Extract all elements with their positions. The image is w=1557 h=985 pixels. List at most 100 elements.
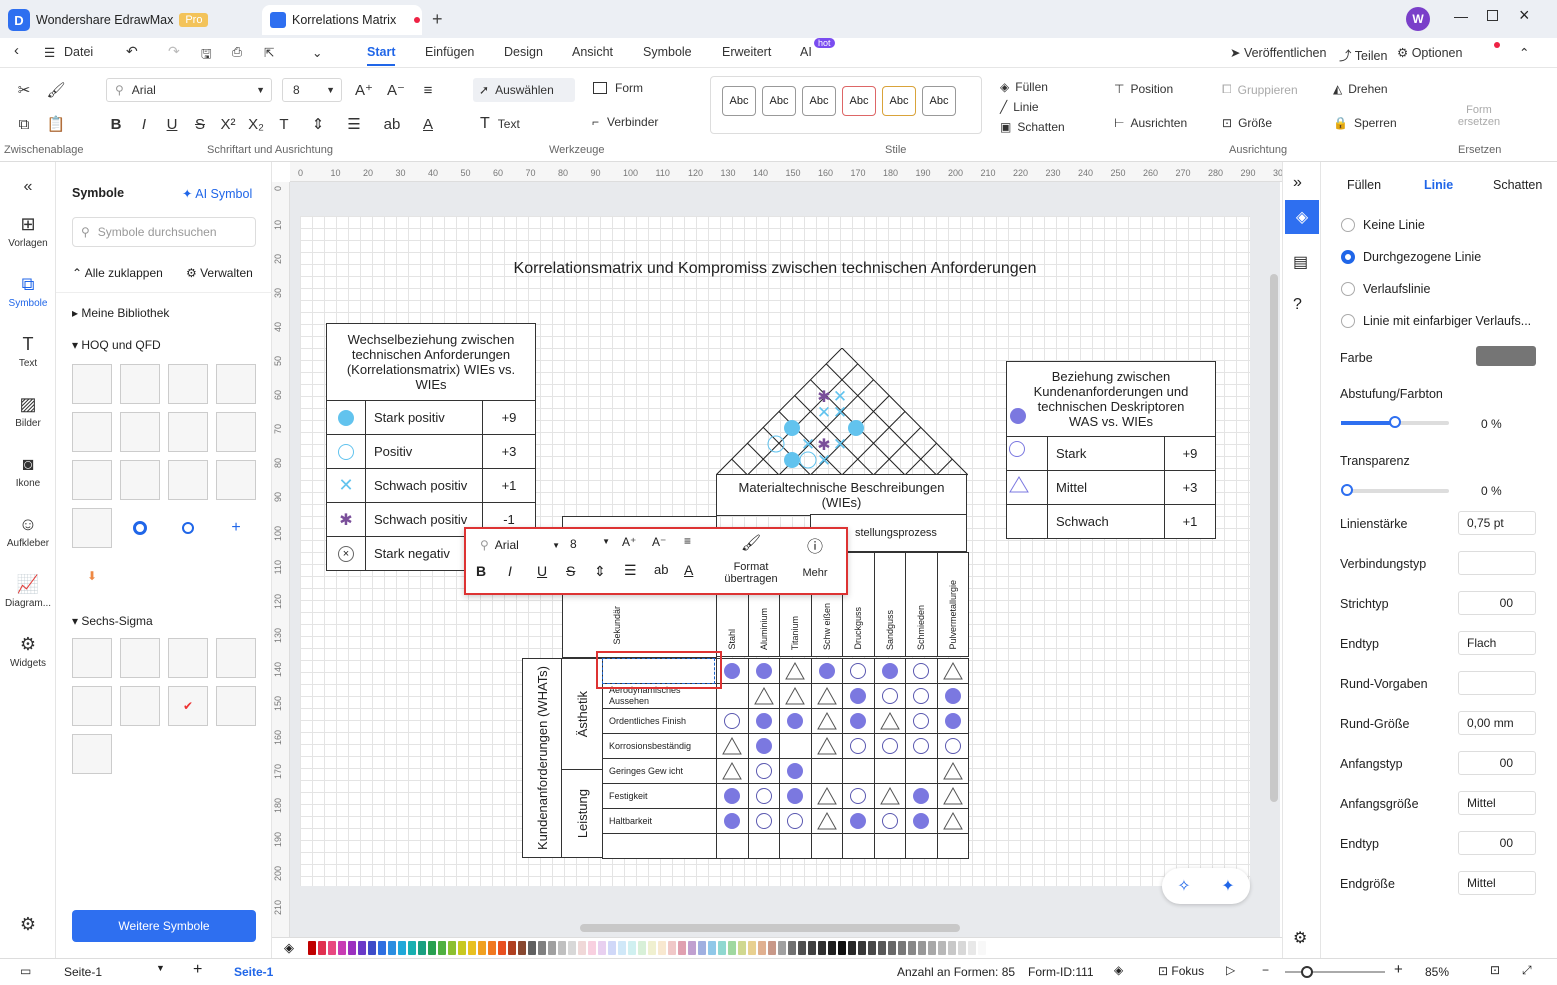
color-swatch[interactable] bbox=[318, 941, 326, 955]
legend2-label[interactable]: Schwach bbox=[1047, 504, 1165, 539]
more-symbols-button[interactable]: Weitere Symbole bbox=[72, 910, 256, 942]
matrix-cell[interactable] bbox=[810, 783, 843, 809]
collapse-panel-icon[interactable]: « bbox=[0, 178, 56, 196]
size-button[interactable]: ⊡ Größe bbox=[1222, 116, 1272, 130]
symbol-strong-dot[interactable] bbox=[120, 508, 160, 548]
symbol-search-input[interactable]: ⚲ Symbole durchsuchen bbox=[72, 217, 256, 247]
color-swatch[interactable] bbox=[758, 941, 766, 955]
color-swatch[interactable] bbox=[328, 941, 336, 955]
color-swatch[interactable] bbox=[958, 941, 966, 955]
float-align-icon[interactable]: ≡ bbox=[684, 534, 691, 548]
fill-bucket-icon[interactable]: ◈ bbox=[284, 940, 294, 956]
font-color-icon[interactable]: A bbox=[418, 114, 438, 134]
font-family-select[interactable]: ⚲ Arial ▼ bbox=[106, 78, 272, 102]
float-italic-icon[interactable]: I bbox=[508, 563, 512, 579]
style-preset-3[interactable]: Abc bbox=[802, 86, 836, 116]
close-icon[interactable]: × bbox=[1519, 5, 1530, 26]
matrix-cell[interactable] bbox=[810, 733, 843, 759]
radio-gradient-line[interactable] bbox=[1341, 282, 1355, 296]
correlation-mark[interactable]: ✕ bbox=[833, 387, 847, 406]
end-size-select[interactable]: Mittel bbox=[1458, 871, 1536, 895]
settings-gear-icon[interactable]: ⚙ bbox=[1293, 928, 1307, 948]
legend2-symbol[interactable] bbox=[1006, 504, 1048, 539]
color-swatch[interactable] bbox=[708, 941, 716, 955]
float-underline-icon[interactable]: U bbox=[537, 563, 547, 579]
symbol-circle[interactable] bbox=[168, 508, 208, 548]
color-swatch[interactable] bbox=[948, 941, 956, 955]
matrix-cell[interactable] bbox=[716, 833, 749, 859]
cut-icon[interactable]: ✂ bbox=[14, 80, 34, 100]
color-swatch[interactable] bbox=[488, 941, 496, 955]
color-swatch[interactable] bbox=[648, 941, 656, 955]
float-line-spacing-icon[interactable]: ⇕ bbox=[594, 563, 606, 580]
tech-header[interactable]: Materialtechnische Beschreibungen (WIEs) bbox=[716, 474, 967, 516]
color-swatch[interactable] bbox=[608, 941, 616, 955]
more-button[interactable]: ⓘ Mehr bbox=[790, 533, 840, 579]
color-swatch[interactable] bbox=[878, 941, 886, 955]
page-panel-icon[interactable]: ▤ bbox=[1293, 252, 1308, 272]
color-swatch[interactable] bbox=[928, 941, 936, 955]
matrix-cell[interactable] bbox=[779, 783, 812, 809]
connector-tool-button[interactable]: ⌐ Verbinder bbox=[592, 115, 658, 129]
float-size-select[interactable]: 8 ▼ bbox=[570, 537, 610, 551]
matrix-cell[interactable] bbox=[842, 758, 875, 784]
color-swatch[interactable] bbox=[778, 941, 786, 955]
color-swatch[interactable] bbox=[508, 941, 516, 955]
matrix-cell[interactable] bbox=[936, 758, 969, 784]
line-color-swatch[interactable] bbox=[1476, 346, 1536, 366]
color-swatch[interactable] bbox=[588, 941, 596, 955]
correlation-roof[interactable]: ✕✕✕✕✕✕✱✱ bbox=[716, 348, 968, 476]
matrix-cell[interactable] bbox=[842, 708, 875, 734]
legend2-header[interactable]: Beziehung zwischen Kundenanforderungen u… bbox=[1006, 361, 1216, 437]
zoom-slider[interactable] bbox=[1285, 966, 1385, 978]
minimize-icon[interactable]: — bbox=[1454, 8, 1468, 24]
manage-button[interactable]: ⚙ Verwalten bbox=[186, 266, 253, 280]
group-performance[interactable]: Leistung bbox=[561, 769, 603, 858]
color-swatch[interactable] bbox=[698, 941, 706, 955]
color-swatch[interactable] bbox=[678, 941, 686, 955]
tab-ai[interactable]: AI bbox=[800, 45, 812, 59]
correlation-mark[interactable] bbox=[799, 451, 817, 469]
color-swatch[interactable] bbox=[438, 941, 446, 955]
bullets-icon[interactable]: ☰ bbox=[344, 114, 364, 134]
round-size-input[interactable]: 0,00 mm bbox=[1458, 711, 1536, 735]
color-swatch[interactable] bbox=[478, 941, 486, 955]
color-swatch[interactable] bbox=[978, 941, 986, 955]
library-section[interactable]: ▸ Meine Bibliothek bbox=[72, 306, 169, 320]
float-bold-icon[interactable]: B bbox=[476, 563, 486, 579]
matrix-cell[interactable] bbox=[873, 808, 906, 834]
superscript-icon[interactable]: X² bbox=[218, 114, 238, 134]
position-button[interactable]: ⊤ Position bbox=[1114, 82, 1173, 96]
color-swatch[interactable] bbox=[408, 941, 416, 955]
matrix-cell[interactable] bbox=[936, 708, 969, 734]
correlation-mark[interactable] bbox=[767, 435, 785, 453]
matrix-cell[interactable] bbox=[747, 833, 780, 859]
hoq-section[interactable]: ▾ HOQ und QFD bbox=[72, 338, 161, 352]
tab-start[interactable]: Start bbox=[367, 45, 396, 66]
matrix-cell[interactable] bbox=[716, 708, 749, 734]
hamburger-icon[interactable]: ☰ bbox=[44, 45, 55, 60]
color-swatch[interactable] bbox=[348, 941, 356, 955]
matrix-cell[interactable] bbox=[936, 808, 969, 834]
matrix-cell[interactable] bbox=[905, 683, 938, 709]
color-swatch[interactable] bbox=[808, 941, 816, 955]
symbol-sigma-4[interactable] bbox=[216, 638, 256, 678]
shade-slider[interactable] bbox=[1341, 416, 1449, 428]
matrix-cell[interactable] bbox=[779, 808, 812, 834]
matrix-cell[interactable] bbox=[716, 758, 749, 784]
color-swatch[interactable] bbox=[428, 941, 436, 955]
color-swatch[interactable] bbox=[828, 941, 836, 955]
zoom-out-icon[interactable]: − bbox=[1262, 963, 1269, 977]
fullscreen-icon[interactable]: ⤢ bbox=[1522, 963, 1532, 978]
row-label[interactable]: Ordentliches Finish bbox=[602, 708, 717, 734]
color-swatch[interactable] bbox=[658, 941, 666, 955]
text-tool-button[interactable]: T Text bbox=[480, 115, 520, 133]
legend1-label[interactable]: Schwach positiv bbox=[365, 468, 483, 503]
select-tool-button[interactable]: ➚ Auswählen bbox=[473, 78, 575, 102]
matrix-cell[interactable] bbox=[747, 808, 780, 834]
matrix-cell[interactable] bbox=[810, 758, 843, 784]
matrix-cell[interactable] bbox=[747, 708, 780, 734]
six-sigma-section[interactable]: ▾ Sechs-Sigma bbox=[72, 614, 153, 628]
legend1-value[interactable]: +9 bbox=[482, 400, 536, 435]
legend1-label[interactable]: Stark positiv bbox=[365, 400, 483, 435]
